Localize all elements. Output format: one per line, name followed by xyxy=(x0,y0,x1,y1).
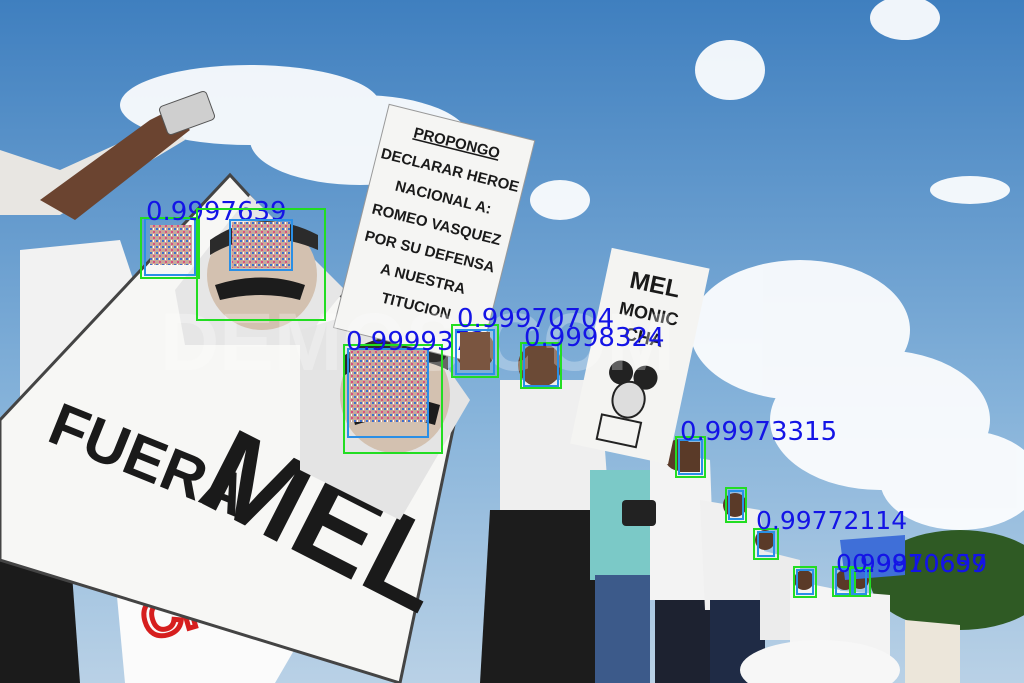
detection-score-8: 0.99772114 xyxy=(756,506,907,535)
face-patch xyxy=(528,348,554,382)
face-patch xyxy=(150,225,192,265)
detection-score-6: 0.99973315 xyxy=(680,417,837,447)
detection-score-11: 0.9970659 xyxy=(852,549,987,578)
detection-score-5: 0.9998324 xyxy=(524,323,665,353)
face-patch xyxy=(232,222,290,268)
camera-2 xyxy=(622,500,656,526)
face-patch xyxy=(350,350,428,422)
protest-photo: CNN FUERA MEL PROPONGO DECLARAR HEROE NA… xyxy=(0,0,1024,683)
face-patch xyxy=(460,332,490,370)
photo-stage: CNN FUERA MEL PROPONGO DECLARAR HEROE NA… xyxy=(0,0,1024,683)
